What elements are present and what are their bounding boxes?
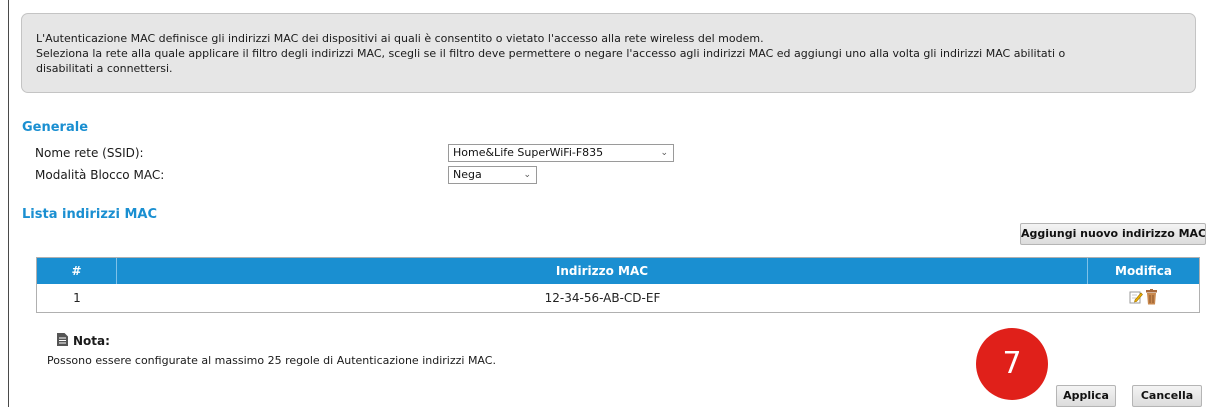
edit-icon[interactable] xyxy=(1129,290,1143,307)
info-panel: L'Autenticazione MAC definisce gli indir… xyxy=(21,13,1196,93)
left-border xyxy=(8,0,9,407)
cancel-button[interactable]: Cancella xyxy=(1132,385,1202,407)
mac-mode-select[interactable]: Nega ⌄ xyxy=(448,166,537,184)
table-row: 1 12-34-56-AB-CD-EF xyxy=(37,284,1199,312)
row-actions xyxy=(1088,284,1199,312)
info-line-2: Seleziona la rete alla quale applicare i… xyxy=(36,47,1066,60)
column-header-mac: Indirizzo MAC xyxy=(117,258,1088,284)
mac-mode-select-value: Nega xyxy=(453,168,482,181)
ssid-select-value: Home&Life SuperWiFi-F835 xyxy=(453,146,604,159)
ssid-select[interactable]: Home&Life SuperWiFi-F835 ⌄ xyxy=(448,144,674,162)
table-header: # Indirizzo MAC Modifica xyxy=(37,258,1199,284)
chevron-down-icon: ⌄ xyxy=(523,170,531,180)
step-number-badge: 7 xyxy=(976,328,1048,400)
row-mac-address: 12-34-56-AB-CD-EF xyxy=(544,291,661,305)
row-index: 1 xyxy=(73,291,81,305)
section-title-general: Generale xyxy=(22,120,89,135)
ssid-label: Nome rete (SSID): xyxy=(35,146,144,160)
note-text: Possono essere configurate al massimo 25… xyxy=(47,354,496,367)
apply-button[interactable]: Applica xyxy=(1056,385,1116,407)
section-title-mac-list: Lista indirizzi MAC xyxy=(22,207,157,222)
mac-table: # Indirizzo MAC Modifica 1 12-34-56-AB-C… xyxy=(36,257,1200,313)
note-header: Nota: xyxy=(57,333,110,349)
column-header-index: # xyxy=(37,258,117,284)
document-icon xyxy=(57,333,68,349)
info-line-1: L'Autenticazione MAC definisce gli indir… xyxy=(36,32,764,45)
trash-icon[interactable] xyxy=(1145,288,1158,308)
add-mac-button[interactable]: Aggiungi nuovo indirizzo MAC xyxy=(1020,223,1206,245)
column-header-edit: Modifica xyxy=(1115,264,1172,278)
note-title: Nota: xyxy=(73,334,110,348)
mac-mode-label: Modalità Blocco MAC: xyxy=(35,168,165,182)
chevron-down-icon: ⌄ xyxy=(660,148,668,158)
info-line-3: disabilitati a connettersi. xyxy=(36,62,173,75)
